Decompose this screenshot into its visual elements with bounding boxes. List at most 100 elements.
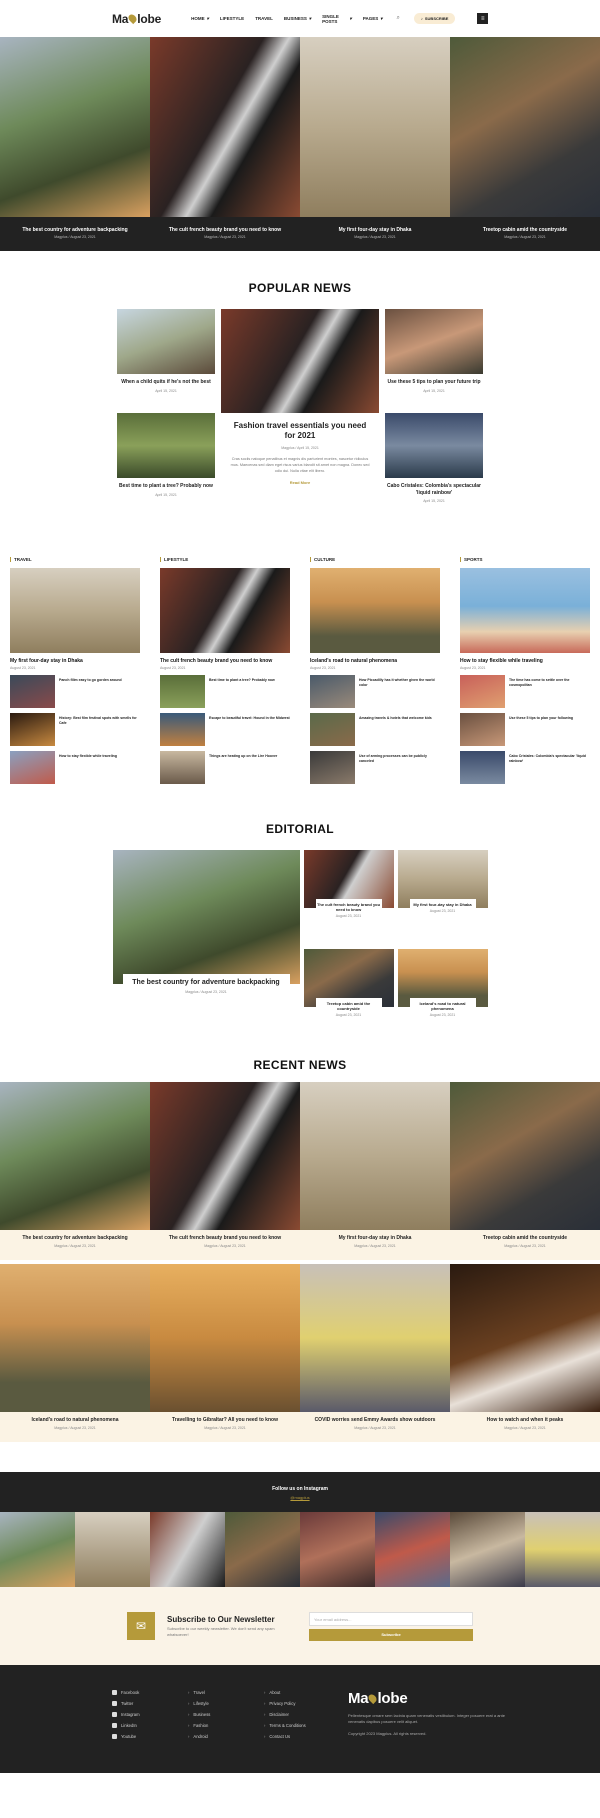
recent-card[interactable]: How to watch and when it peaks Magplus / … [450, 1264, 600, 1442]
footer-link-youtube[interactable]: Youtube [112, 1734, 188, 1739]
footer-link[interactable]: › Fashion [188, 1723, 264, 1728]
nav-item-business[interactable]: BUSINESS ▾ [284, 16, 311, 22]
article-title[interactable]: Best time to plant a tree? Probably now [117, 483, 215, 490]
article-title[interactable]: Cabo Cristales: Colombia's spectacular '… [385, 483, 483, 496]
popular-card[interactable]: Use these 5 tips to plan your future tri… [385, 309, 483, 413]
list-item[interactable]: How to stay flexible while traveling [10, 751, 140, 784]
editorial-card[interactable]: Iceland's road to natural phenomena Augus… [397, 948, 488, 1018]
editorial-card[interactable]: The cult french beauty brand you need to… [303, 850, 394, 944]
article-title[interactable]: Iceland's road to natural phenomena [0, 1417, 150, 1424]
category-label[interactable]: LIFESTYLE [160, 557, 290, 562]
article-title[interactable]: Amazing travels & hotels that welcome ki… [359, 713, 432, 746]
article-title[interactable]: The cult french beauty brand you need to… [316, 902, 382, 912]
instagram-photo[interactable] [225, 1512, 300, 1587]
nav-item-travel[interactable]: TRAVEL [255, 16, 273, 21]
article-title[interactable]: The best country for adventure backpacki… [123, 978, 290, 987]
recent-card[interactable]: Iceland's road to natural phenomena Magpl… [0, 1264, 150, 1442]
recent-card[interactable]: COVID worries send Emmy Awards show outd… [300, 1264, 450, 1442]
article-title[interactable]: Iceland's road to natural phenomena [310, 658, 440, 664]
footer-link[interactable]: › Contact Us [264, 1734, 340, 1739]
article-image[interactable] [310, 568, 440, 653]
email-input[interactable]: Your email address... [309, 1611, 473, 1626]
article-title[interactable]: Use of arming processes can be publicly … [359, 751, 440, 784]
article-title[interactable]: Panch filim easy to go gorden around [59, 675, 122, 708]
editorial-card[interactable]: My first four-day stay in Dhaka August 23… [397, 850, 488, 944]
hero-card[interactable]: Treetop cabin amid the countryside Magplu… [450, 37, 600, 251]
list-item[interactable]: Use of arming processes can be publicly … [310, 751, 440, 784]
search-icon[interactable]: ⌕ [397, 15, 400, 22]
footer-link[interactable]: › Business [188, 1712, 264, 1717]
article-image[interactable] [160, 568, 290, 653]
list-item[interactable]: Use these 5 tips to plan your following [460, 713, 590, 746]
popular-card[interactable]: Cabo Cristales: Colombia's spectacular '… [385, 413, 483, 517]
list-item[interactable]: History: Best film festival spots with s… [10, 713, 140, 746]
popular-card[interactable]: When a child quits if he's not the best A… [117, 309, 215, 413]
instagram-photo[interactable] [0, 1512, 75, 1587]
article-title[interactable]: History: Best film festival spots with s… [59, 713, 140, 746]
article-title[interactable]: The cult french beauty brand you need to… [150, 1235, 300, 1242]
featured-title[interactable]: Fashion travel essentials you need for 2… [229, 421, 371, 442]
recent-card[interactable]: My first four-day stay in Dhaka Magplus /… [300, 1082, 450, 1260]
article-title[interactable]: How to watch and when it peaks [450, 1417, 600, 1424]
article-title[interactable]: Use these 5 tips to plan your future tri… [385, 379, 483, 386]
popular-card[interactable]: Best time to plant a tree? Probably now A… [117, 413, 215, 517]
hero-title[interactable]: The best country for adventure backpacki… [0, 227, 150, 233]
recent-card[interactable]: Travelling to Gibraltar? All you need to… [150, 1264, 300, 1442]
article-image[interactable] [10, 568, 140, 653]
footer-link[interactable]: › Android [188, 1734, 264, 1739]
nav-item-single-posts[interactable]: SINGLE POSTS ▾ [322, 14, 352, 24]
footer-link[interactable]: › Disclaimer [264, 1712, 340, 1717]
instagram-photo[interactable] [525, 1512, 600, 1587]
subscribe-submit-button[interactable]: Subscribe [309, 1628, 473, 1641]
footer-link[interactable]: › Lifestyle [188, 1701, 264, 1706]
footer-link-facebook[interactable]: Facebook [112, 1690, 188, 1695]
editorial-main-card[interactable]: The best country for adventure backpacki… [112, 850, 300, 1018]
list-item[interactable]: Panch filim easy to go gorden around [10, 675, 140, 708]
article-title[interactable]: The time has come to settle over the cos… [509, 675, 590, 708]
footer-link-instagram[interactable]: Instagram [112, 1712, 188, 1717]
hero-card[interactable]: My first four-day stay in Dhaka Magplus /… [300, 37, 450, 251]
subscribe-button[interactable]: ♪ SUBSCRIBE [413, 13, 456, 24]
article-title[interactable]: COVID worries send Emmy Awards show outd… [300, 1417, 450, 1424]
hero-title[interactable]: The cult french beauty brand you need to… [150, 227, 300, 233]
article-title[interactable]: The cult french beauty brand you need to… [160, 658, 290, 664]
article-title[interactable]: Treetop cabin amid the countryside [316, 1001, 382, 1011]
article-title[interactable]: How to stay flexible while traveling [460, 658, 590, 664]
instagram-photo[interactable] [75, 1512, 150, 1587]
category-label[interactable]: CULTURE [310, 557, 440, 562]
article-title[interactable]: How to stay flexible while traveling [59, 751, 117, 784]
article-title[interactable]: My first four-day stay in Dhaka [10, 658, 140, 664]
instagram-photo[interactable] [375, 1512, 450, 1587]
article-image[interactable] [460, 568, 590, 653]
recent-card[interactable]: The cult french beauty brand you need to… [150, 1082, 300, 1260]
hero-card[interactable]: The best country for adventure backpacki… [0, 37, 150, 251]
instagram-photo[interactable] [450, 1512, 525, 1587]
category-label[interactable]: TRAVEL [10, 557, 140, 562]
article-title[interactable]: Cabo Cristales: Colombia's spectacular '… [509, 751, 590, 784]
article-title[interactable]: When a child quits if he's not the best [117, 379, 215, 386]
article-title[interactable]: Treetop cabin amid the countryside [450, 1235, 600, 1242]
article-title[interactable]: My first four-day stay in Dhaka [300, 1235, 450, 1242]
footer-link-twitter[interactable]: Twitter [112, 1701, 188, 1706]
article-title[interactable]: How Piccadilly has it whether given the … [359, 675, 440, 708]
list-item[interactable]: Best time to plant a tree? Probably now [160, 675, 290, 708]
featured-article[interactable]: Fashion travel essentials you need for 2… [221, 309, 379, 517]
hero-title[interactable]: Treetop cabin amid the countryside [450, 227, 600, 233]
footer-logo[interactable]: Ma lobe [348, 1690, 486, 1707]
list-item[interactable]: How Piccadilly has it whether given the … [310, 675, 440, 708]
article-title[interactable]: Best time to plant a tree? Probably now [209, 675, 275, 708]
instagram-photo[interactable] [150, 1512, 225, 1587]
list-item[interactable]: The time has come to settle over the cos… [460, 675, 590, 708]
nav-item-lifestyle[interactable]: LIFESTYLE [220, 16, 244, 21]
footer-link[interactable]: › Travel [188, 1690, 264, 1695]
hero-card[interactable]: The cult french beauty brand you need to… [150, 37, 300, 251]
footer-link[interactable]: › About [264, 1690, 340, 1695]
footer-link[interactable]: › Privacy Policy [264, 1701, 340, 1706]
nav-item-home[interactable]: HOME ▾ [191, 16, 209, 22]
list-item[interactable]: Escape to beautiful travel: Hound in the… [160, 713, 290, 746]
nav-item-pages[interactable]: PAGES ▾ [363, 16, 383, 22]
recent-card[interactable]: Treetop cabin amid the countryside Magplu… [450, 1082, 600, 1260]
article-title[interactable]: Iceland's road to natural phenomena [410, 1001, 476, 1011]
footer-link-linkedin[interactable]: LinkedIn [112, 1723, 188, 1728]
instagram-photo[interactable] [300, 1512, 375, 1587]
